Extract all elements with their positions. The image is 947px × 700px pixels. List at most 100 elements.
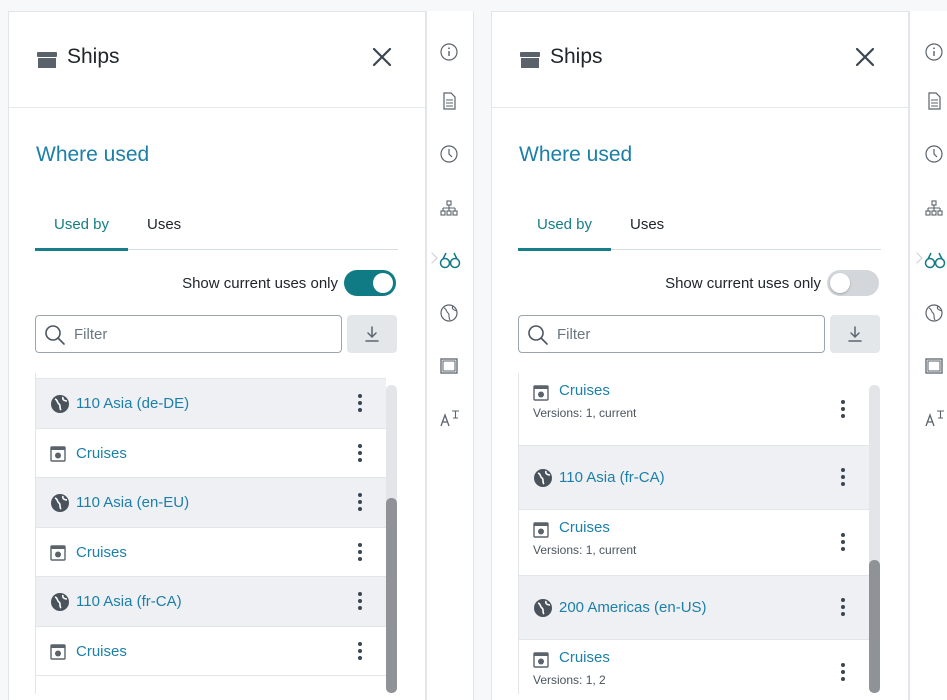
section-title: Where used (519, 143, 633, 166)
panel-header: Ships (9, 12, 425, 108)
tab-used-by[interactable]: Used by (537, 216, 592, 233)
list-item[interactable]: Cruises Versions: 1, 2 (519, 640, 869, 694)
panel-title: Ships (67, 45, 120, 68)
show-current-uses-toggle[interactable] (827, 270, 879, 296)
globe-icon (533, 468, 553, 493)
item-label[interactable]: Cruises (76, 544, 127, 561)
more-options-button[interactable] (354, 591, 366, 613)
box-icon (36, 51, 58, 74)
tab-uses[interactable]: Uses (630, 216, 664, 233)
globe-outline-icon[interactable] (439, 303, 461, 325)
more-options-button[interactable] (837, 399, 849, 421)
page-icon (533, 385, 549, 406)
close-button[interactable] (369, 44, 395, 70)
filter-input[interactable] (557, 316, 817, 352)
tab-bar: Used by Uses (518, 212, 881, 251)
close-button[interactable] (852, 44, 878, 70)
side-rail-right (909, 11, 947, 700)
list-item[interactable]: Cruises (36, 627, 386, 676)
item-label[interactable]: 110 Asia (fr-CA) (559, 469, 665, 486)
where-used-panel-right: Ships Where used Used by Uses Show curre… (491, 11, 909, 700)
more-options-button[interactable] (837, 597, 849, 619)
download-icon (848, 326, 862, 342)
tab-bar: Used by Uses (35, 212, 398, 251)
close-icon[interactable] (852, 44, 878, 70)
translate-icon[interactable] (924, 408, 946, 430)
more-options-button[interactable] (354, 443, 366, 465)
item-label[interactable]: Cruises (76, 643, 127, 660)
globe-icon (50, 592, 70, 617)
current-uses-toggle-row: Show current uses only (665, 270, 879, 296)
more-options-button[interactable] (837, 532, 849, 554)
tab-used-by[interactable]: Used by (54, 216, 109, 233)
where-used-panel-left: Ships Where used Used by Uses Show curre… (8, 11, 426, 700)
close-icon[interactable] (369, 44, 395, 70)
binoculars-icon[interactable] (924, 250, 946, 272)
document-icon[interactable] (439, 91, 461, 113)
more-options-button[interactable] (354, 542, 366, 564)
list-item[interactable]: 110 Asia (de-DE) (36, 379, 386, 429)
item-label[interactable]: Cruises (559, 519, 610, 536)
more-options-button[interactable] (354, 492, 366, 514)
list-item[interactable]: Cruises (36, 528, 386, 577)
info-icon[interactable] (924, 42, 946, 64)
scrollbar-thumb[interactable] (869, 560, 880, 693)
item-versions: Versions: 1, 2 (533, 673, 606, 687)
globe-outline-icon[interactable] (924, 303, 946, 325)
list-item[interactable]: Cruises Versions: 1, current (519, 373, 869, 446)
document-icon[interactable] (924, 91, 946, 113)
download-icon (365, 326, 379, 342)
page-icon (533, 522, 549, 543)
item-label[interactable]: Cruises (76, 445, 127, 462)
info-icon[interactable] (439, 42, 461, 64)
panel-header: Ships (492, 12, 908, 108)
list-item[interactable]: Cruises Versions: 1, current (519, 510, 869, 576)
list-item[interactable]: 110 Asia (fr-CA) (519, 446, 869, 510)
globe-icon (533, 598, 553, 623)
filter-field[interactable] (518, 315, 825, 353)
more-options-button[interactable] (837, 662, 849, 684)
page-icon (50, 373, 66, 375)
scrollbar-thumb[interactable] (386, 498, 397, 693)
panel-title: Ships (550, 45, 603, 68)
list-item[interactable]: Cruises (36, 429, 386, 478)
more-options-button[interactable] (354, 641, 366, 663)
sitemap-icon[interactable] (439, 199, 461, 221)
more-options-button[interactable] (354, 393, 366, 415)
toggle-knob (373, 273, 393, 293)
current-uses-toggle-row: Show current uses only (182, 270, 396, 296)
export-button[interactable] (347, 315, 397, 353)
list-item[interactable]: 110 Asia (fr-CA) (36, 577, 386, 627)
more-options-button[interactable] (837, 467, 849, 489)
window-icon[interactable] (924, 356, 946, 378)
section-title: Where used (36, 143, 150, 166)
active-tab-indicator (35, 248, 128, 251)
item-label[interactable]: 110 Asia (fr-CA) (76, 593, 182, 610)
show-current-uses-toggle[interactable] (344, 270, 396, 296)
item-label[interactable]: 200 Americas (en-US) (559, 599, 707, 616)
item-label[interactable]: Cruises (559, 382, 610, 399)
list-item[interactable]: 200 Americas (en-US) (519, 576, 869, 640)
where-used-list: Cruises 110 Asia (de-DE) Cruises 110 Asia (… (35, 373, 386, 694)
globe-icon (50, 493, 70, 518)
export-button[interactable] (830, 315, 880, 353)
history-icon[interactable] (439, 144, 461, 166)
globe-icon (50, 394, 70, 419)
sitemap-icon[interactable] (924, 199, 946, 221)
window-icon[interactable] (439, 356, 461, 378)
filter-field[interactable] (35, 315, 342, 353)
filter-input[interactable] (74, 316, 334, 352)
item-label[interactable]: Cruises (559, 649, 610, 666)
list-scrollbar[interactable] (869, 385, 880, 693)
translate-icon[interactable] (439, 408, 461, 430)
item-versions: Versions: 1, current (533, 543, 637, 557)
tab-uses[interactable]: Uses (147, 216, 181, 233)
history-icon[interactable] (924, 144, 946, 166)
binoculars-icon[interactable] (439, 250, 461, 272)
item-versions: Versions: 1, current (533, 406, 637, 420)
list-item[interactable]: 110 Asia (en-EU) (36, 478, 386, 528)
item-label[interactable]: 110 Asia (de-DE) (76, 395, 189, 412)
toggle-knob (830, 273, 850, 293)
list-scrollbar[interactable] (386, 385, 397, 693)
item-label[interactable]: 110 Asia (en-EU) (76, 494, 189, 511)
